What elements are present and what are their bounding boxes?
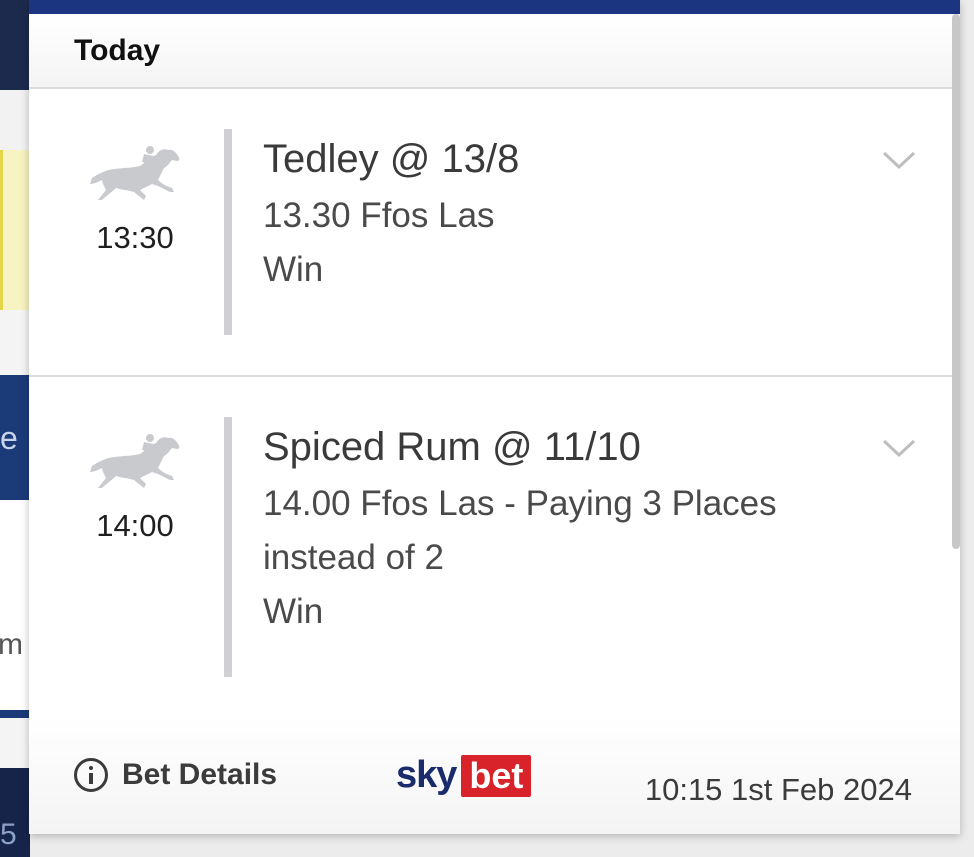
selection-divider — [224, 129, 232, 335]
horse-racing-icon — [89, 146, 179, 200]
card-top-bar — [29, 0, 960, 14]
chevron-down-icon[interactable] — [882, 149, 916, 171]
skybet-logo: sky bet — [396, 754, 532, 797]
selection-race: 14.00 Ffos Las - Paying 3 Places instead… — [263, 484, 777, 577]
selection-divider — [224, 417, 232, 677]
scrollbar[interactable] — [952, 14, 960, 549]
race-time: 14:00 — [96, 508, 174, 543]
background-app-highlight — [0, 150, 30, 310]
selection-race: 13.30 Ffos Las — [263, 196, 495, 235]
background-app-panel — [0, 500, 30, 710]
selection-time-block: 14:00 — [85, 432, 185, 544]
selection-time-block: 13:30 — [85, 144, 185, 256]
selection-market: Win — [263, 592, 324, 631]
selection-title: Tedley @ 13/8 — [263, 137, 520, 181]
info-icon — [74, 758, 108, 792]
card-header: Today — [29, 14, 960, 89]
background-app-panel — [0, 718, 30, 768]
selection-title: Spiced Rum @ 11/10 — [263, 425, 641, 469]
chevron-down-icon[interactable] — [882, 437, 916, 459]
bet-selection[interactable]: 14:00 Spiced Rum @ 11/10 14.00 Ffos Las … — [29, 377, 960, 719]
day-heading: Today — [74, 33, 161, 67]
horse-racing-icon — [89, 434, 179, 488]
background-app-header — [0, 0, 30, 90]
bet-details-link[interactable]: Bet Details — [74, 758, 277, 792]
background-app-panel — [0, 90, 30, 150]
bet-selection[interactable]: 13:30 Tedley @ 13/8 13.30 Ffos Las Win — [29, 89, 960, 377]
bet-receipt-card: Today 13:30 Tedley @ 13/8 13.30 Ffos Las… — [29, 0, 960, 834]
background-app-rule — [0, 710, 30, 718]
selection-market: Win — [263, 250, 324, 289]
background-app-panel — [0, 310, 30, 375]
selection-details: Spiced Rum @ 11/10 14.00 Ffos Las - Payi… — [263, 423, 870, 639]
logo-bet-text: bet — [461, 754, 532, 797]
bet-timestamp: 10:15 1st Feb 2024 — [644, 772, 912, 807]
logo-sky-text: sky — [396, 754, 457, 796]
card-footer: Bet Details sky bet 10:15 1st Feb 2024 — [29, 716, 960, 834]
bet-details-label: Bet Details — [122, 758, 278, 791]
background-app-letter: m — [0, 628, 23, 661]
background-app-letter: 5 — [0, 818, 17, 851]
selection-details: Tedley @ 13/8 13.30 Ffos Las Win — [263, 135, 870, 297]
background-app-letter: e — [0, 420, 18, 456]
race-time: 13:30 — [96, 220, 174, 255]
